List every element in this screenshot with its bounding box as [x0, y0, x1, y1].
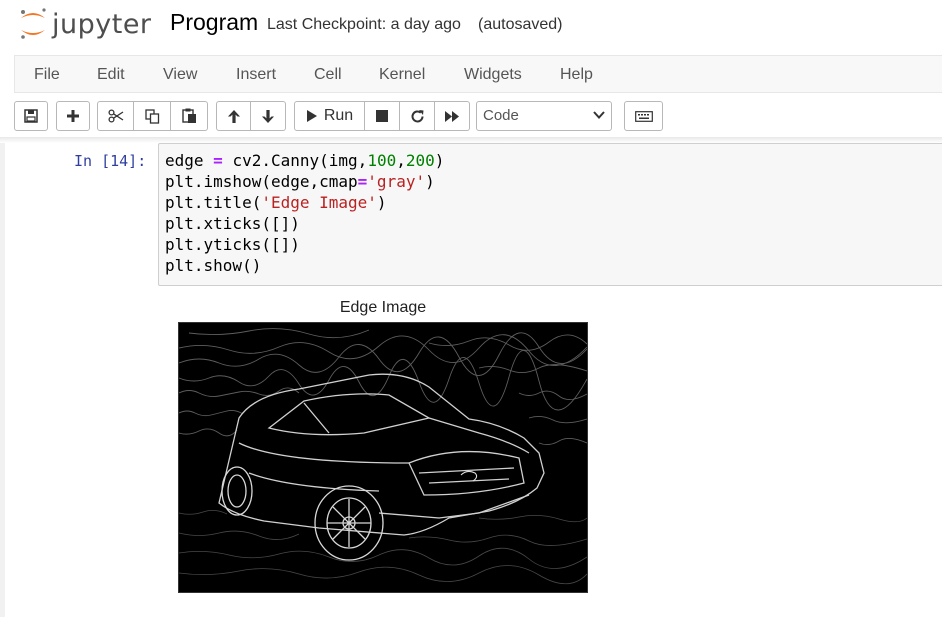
jupyter-logo-icon	[21, 8, 46, 39]
checkpoint-status: Last Checkpoint: a day ago	[267, 16, 461, 33]
command-palette-button[interactable]	[624, 101, 663, 131]
save-button[interactable]	[14, 101, 48, 131]
copy-icon	[144, 108, 159, 124]
run-label: Run	[323, 107, 354, 124]
menu-widgets[interactable]: Widgets	[464, 56, 522, 94]
input-prompt: In [14]:	[74, 152, 147, 170]
fast-forward-icon	[445, 110, 459, 122]
code-line-2: plt.imshow(edge,cmap='gray')	[165, 172, 435, 191]
menu-insert[interactable]: Insert	[236, 56, 276, 94]
interrupt-button[interactable]	[365, 101, 400, 131]
menu-edit[interactable]: Edit	[97, 56, 125, 94]
notebook-title[interactable]: Program	[170, 9, 258, 36]
autosave-status: (autosaved)	[478, 16, 563, 33]
paste-button[interactable]	[171, 101, 208, 131]
menu-view[interactable]: View	[163, 56, 197, 94]
cell-type-value: Code	[483, 107, 519, 124]
plus-icon	[67, 110, 79, 122]
arrow-up-icon	[227, 109, 240, 123]
menu-help[interactable]: Help	[560, 56, 593, 94]
menu-file[interactable]: File	[34, 56, 60, 94]
paste-icon	[181, 108, 196, 123]
restart-button[interactable]	[400, 101, 435, 131]
run-icon	[306, 110, 317, 122]
notebook-header: jupyter Program Last Checkpoint: a day a…	[0, 0, 942, 54]
code-cell-input[interactable]: edge = cv2.Canny(img,100,200) plt.imshow…	[158, 143, 942, 286]
keyboard-icon	[634, 110, 653, 122]
cut-icon	[107, 109, 123, 123]
chevron-down-icon	[593, 111, 605, 119]
save-icon	[24, 109, 38, 123]
jupyter-logo[interactable]: jupyter	[18, 7, 153, 43]
restart-run-all-button[interactable]	[435, 101, 470, 131]
cut-button[interactable]	[97, 101, 134, 131]
arrow-down-icon	[262, 109, 274, 123]
insert-cell-button[interactable]	[56, 101, 90, 131]
restart-icon	[411, 109, 423, 122]
run-button[interactable]: Run	[294, 101, 365, 131]
code-line-5: plt.yticks([])	[165, 235, 300, 254]
stop-icon	[376, 110, 388, 122]
copy-button[interactable]	[134, 101, 171, 131]
menu-kernel[interactable]: Kernel	[379, 56, 425, 94]
code-line-3: plt.title('Edge Image')	[165, 193, 387, 212]
plot-title: Edge Image	[339, 299, 427, 316]
cell-type-select[interactable]: Code	[476, 101, 612, 131]
edge-image	[179, 323, 587, 592]
move-up-button[interactable]	[216, 101, 251, 131]
code-line-6: plt.show()	[165, 256, 262, 275]
menubar: File Edit View Insert Cell Kernel Widget…	[14, 55, 942, 93]
code-line-1: edge = cv2.Canny(img,100,200)	[165, 151, 445, 170]
code-line-4: plt.xticks([])	[165, 214, 300, 233]
toolbar: Run Code	[0, 93, 942, 137]
menu-cell[interactable]: Cell	[314, 56, 342, 94]
left-gutter	[0, 143, 5, 617]
edge-image-output	[178, 322, 588, 593]
move-down-button[interactable]	[251, 101, 286, 131]
logo-text: jupyter	[52, 9, 152, 40]
